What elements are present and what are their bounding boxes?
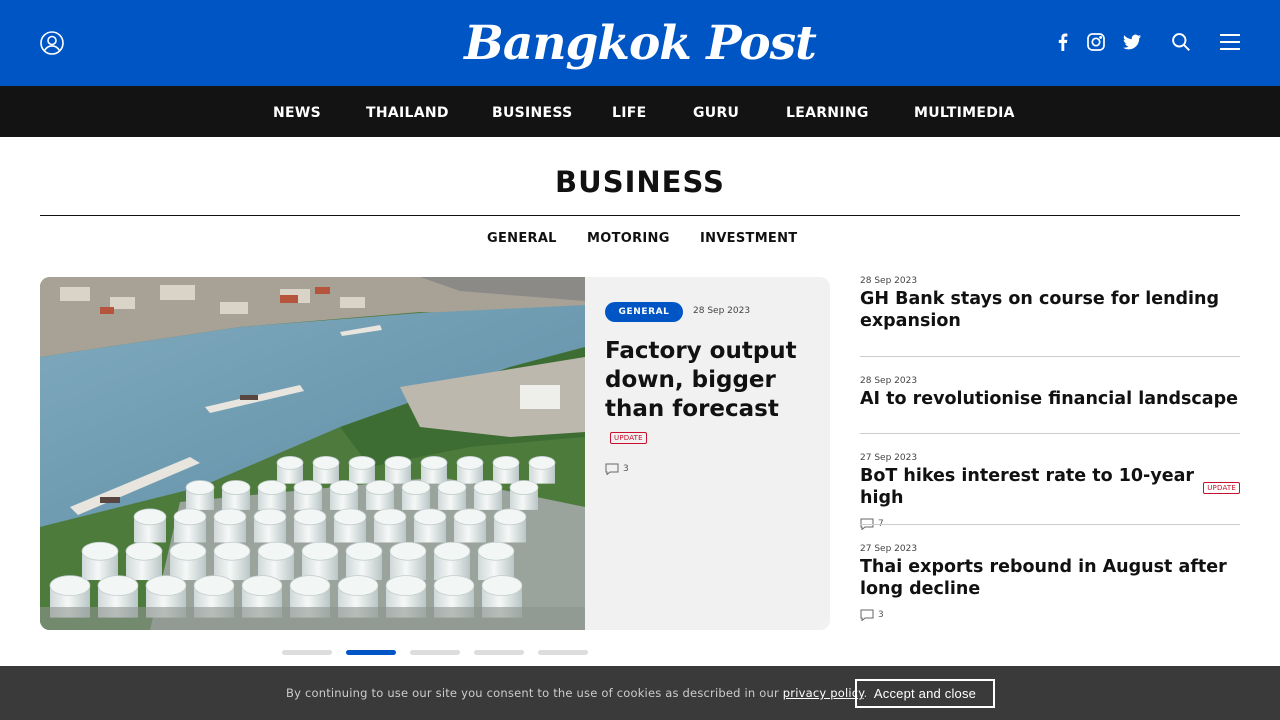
privacy-policy-link[interactable]: privacy policy [783, 686, 864, 700]
story-divider [860, 524, 1240, 525]
accept-cookies-button[interactable]: Accept and close [855, 679, 995, 708]
story-divider [860, 433, 1240, 434]
story-title[interactable]: BoT hikes interest rate to 10-year high [860, 465, 1203, 509]
cookie-text: By continuing to use our site you consen… [286, 686, 779, 700]
story-date: 28 Sep 2023 [860, 376, 918, 386]
comment-icon [605, 463, 619, 475]
instagram-icon[interactable] [1086, 32, 1106, 52]
update-badge: UPDATE [610, 432, 647, 444]
story-item: 28 Sep 2023 GH Bank stays on course for … [860, 276, 1240, 332]
cookie-message: By continuing to use our site you consen… [286, 686, 868, 700]
user-icon[interactable] [40, 31, 64, 55]
story-title[interactable]: AI to revolutionise financial landscape [860, 388, 1240, 410]
story-title[interactable]: Thai exports rebound in August after lon… [860, 556, 1240, 600]
nav-news[interactable]: NEWS [273, 86, 321, 137]
nav-guru[interactable]: GURU [693, 86, 739, 137]
carousel-dot[interactable] [410, 650, 460, 655]
story-date: 27 Sep 2023 [860, 544, 918, 554]
nav-learning[interactable]: LEARNING [786, 86, 869, 137]
featured-story-title[interactable]: Factory output down, bigger than forecas… [605, 337, 815, 424]
section-divider [40, 215, 1240, 216]
carousel-dot[interactable] [346, 650, 396, 655]
category-tag[interactable]: GENERAL [605, 302, 683, 322]
story-item: 27 Sep 2023 Thai exports rebound in Augu… [860, 544, 1240, 621]
story-item: 28 Sep 2023 AI to revolutionise financia… [860, 376, 1240, 410]
story-title[interactable]: GH Bank stays on course for lending expa… [860, 288, 1240, 332]
cookie-banner: By continuing to use our site you consen… [0, 666, 1280, 720]
nav-thailand[interactable]: THAILAND [366, 86, 449, 137]
update-badge: UPDATE [1203, 481, 1240, 494]
featured-story-panel: GENERAL 28 Sep 2023 Factory output down,… [585, 277, 830, 630]
featured-story-card: GENERAL 28 Sep 2023 Factory output down,… [40, 277, 830, 630]
comment-count-value: 3 [878, 610, 884, 620]
carousel-dot[interactable] [282, 650, 332, 655]
story-date: 28 Sep 2023 [860, 276, 918, 286]
carousel-dot[interactable] [474, 650, 524, 655]
subnav-general[interactable]: GENERAL [487, 231, 557, 246]
story-date: 27 Sep 2023 [860, 453, 918, 463]
facebook-icon[interactable] [1053, 32, 1073, 52]
nav-life[interactable]: LIFE [612, 86, 646, 137]
comment-count[interactable]: 3 [605, 463, 629, 475]
story-date: 28 Sep 2023 [693, 306, 751, 316]
comment-icon [860, 609, 874, 621]
nav-business[interactable]: BUSINESS [492, 86, 573, 137]
site-logo[interactable]: Bangkok Post [464, 12, 817, 74]
comment-count[interactable]: 3 [860, 609, 1240, 621]
search-icon[interactable] [1171, 32, 1191, 52]
carousel-dot[interactable] [538, 650, 588, 655]
featured-story-image[interactable] [40, 277, 585, 630]
main-nav: NEWS THAILAND BUSINESS LIFE GURU LEARNIN… [0, 86, 1280, 137]
subnav-motoring[interactable]: MOTORING [587, 231, 670, 246]
comment-count-value: 3 [623, 464, 629, 474]
twitter-icon[interactable] [1122, 32, 1142, 52]
nav-multimedia[interactable]: MULTIMEDIA [914, 86, 1015, 137]
story-divider [860, 356, 1240, 357]
section-title: BUSINESS [555, 165, 725, 199]
story-item: 27 Sep 2023 BoT hikes interest rate to 1… [860, 453, 1240, 530]
site-header: Bangkok Post [0, 0, 1280, 86]
menu-icon[interactable] [1220, 32, 1240, 52]
subnav-investment[interactable]: INVESTMENT [700, 231, 797, 246]
